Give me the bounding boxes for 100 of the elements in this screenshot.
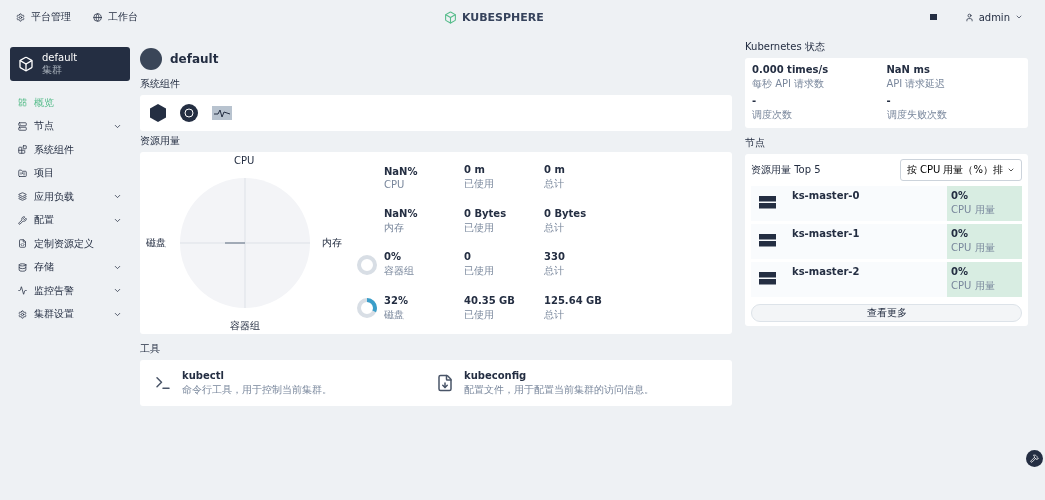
database-icon [18, 262, 27, 272]
used-label: 已使用 [464, 220, 495, 235]
monitoring-icon[interactable] [212, 106, 232, 120]
tool-description: 命令行工具，用于控制当前集群。 [182, 382, 332, 397]
server-icon [759, 196, 776, 209]
sidebar-item[interactable]: 项目 [10, 161, 130, 185]
stat-value: - [886, 95, 892, 106]
activity-icon [18, 286, 27, 296]
usage-cell: 0% CPU 用量 [947, 186, 1022, 221]
section-title: 节点 [745, 136, 766, 150]
tool-description: 配置文件，用于配置当前集群的访问信息。 [464, 382, 654, 397]
sidebar-item[interactable]: 系统组件 [10, 138, 130, 162]
used-label: 已使用 [464, 264, 495, 279]
server-icon [759, 234, 776, 247]
logo-icon [443, 10, 457, 24]
caret-icon [1015, 13, 1023, 21]
total-label: 总计 [544, 177, 565, 192]
usage-label: 磁盘 [384, 307, 405, 322]
user-icon [964, 12, 974, 22]
sidebar-item[interactable]: 定制资源定义 [10, 232, 130, 256]
sidebar-item[interactable]: 节点 [10, 114, 130, 138]
caret-icon [1007, 166, 1015, 174]
server-icon [18, 121, 27, 131]
card-title: 资源用量 Top 5 [751, 163, 821, 177]
page-title: default [170, 52, 219, 66]
axis-label: 内存 [322, 236, 342, 250]
section-title: 系统组件 [140, 77, 181, 91]
wrench-icon [18, 215, 27, 225]
node-row[interactable]: ks-master-1 0% CPU 用量 [751, 224, 1022, 259]
folder-icon [18, 168, 27, 178]
logo-text: KUBESPHERE [461, 10, 544, 24]
sidebar-item[interactable]: 监控告警 [10, 279, 130, 303]
axis-label: 容器组 [230, 319, 260, 333]
section-title: 资源用量 [140, 134, 181, 148]
tool-name[interactable]: kubeconfig [464, 369, 654, 381]
usage-percent: 32% [384, 294, 409, 306]
panel-icon[interactable] [929, 14, 937, 20]
usage-cell: 0% CPU 用量 [947, 224, 1022, 259]
stat-label: 调度失败次数 [886, 108, 948, 122]
usage-ring [356, 253, 378, 276]
stat-value: 0.000 times/s [752, 64, 830, 75]
usage-label: 容器组 [384, 264, 415, 279]
nav-link[interactable]: 工作台 [93, 10, 138, 24]
total-value: 0 m [544, 164, 566, 176]
file-icon [18, 239, 27, 249]
total-label: 总计 [544, 264, 565, 279]
cluster-avatar [140, 48, 162, 70]
section-title: Kubernetes 状态 [745, 40, 826, 54]
stat-label: 调度次数 [752, 108, 793, 122]
total-label: 总计 [544, 307, 565, 322]
used-label: 已使用 [464, 307, 495, 322]
axis-label: CPU [234, 155, 255, 166]
stat-value: - [752, 95, 758, 106]
node-name: ks-master-2 [792, 266, 860, 279]
globe-icon [93, 12, 102, 22]
sidebar-item[interactable]: 存储 [10, 255, 130, 279]
stat-value: NaN ms [886, 64, 931, 75]
server-icon [759, 272, 776, 285]
sidebar-item[interactable]: 配置 [10, 208, 130, 232]
usage-percent: 0% [384, 251, 402, 263]
usage-cell: 0% CPU 用量 [947, 262, 1022, 297]
sidebar-item[interactable]: 应用负载 [10, 185, 130, 209]
node-name: ks-master-0 [792, 190, 860, 203]
node-row[interactable]: ks-master-0 0% CPU 用量 [751, 186, 1022, 221]
hammer-icon [1030, 454, 1039, 463]
node-name: ks-master-1 [792, 228, 860, 241]
stat-label: API 请求延迟 [886, 77, 947, 91]
nav-link[interactable]: 平台管理 [16, 10, 71, 24]
sidebar-item[interactable]: 集群设置 [10, 302, 130, 326]
view-more-button[interactable]: 查看更多 [751, 304, 1022, 322]
tool-name[interactable]: kubectl [182, 369, 332, 381]
total-value: 125.64 GB [544, 294, 603, 306]
settings-icon [16, 12, 25, 22]
cluster-type: 集群 [42, 62, 63, 77]
cube-icon [18, 56, 34, 72]
usage-label: 内存 [384, 220, 405, 235]
settings-icon [18, 309, 27, 319]
blocks-icon [18, 145, 27, 155]
file-download-icon [436, 374, 454, 392]
total-label: 总计 [544, 220, 565, 235]
cluster-name: default [42, 51, 78, 63]
dashboard-icon [18, 98, 27, 108]
terminal-icon [154, 374, 172, 392]
layers-icon [18, 192, 27, 202]
sort-dropdown[interactable]: 按 CPU 用量（%）排 [899, 159, 1022, 181]
usage-label: CPU [384, 178, 406, 190]
axis-label: 磁盘 [146, 236, 166, 250]
usage-percent: NaN% [384, 207, 419, 219]
hammer-button[interactable] [1026, 450, 1043, 467]
section-title: 工具 [140, 342, 161, 356]
user-menu[interactable]: admin [958, 10, 1029, 24]
usage-percent: NaN% [384, 165, 419, 177]
cluster-card[interactable]: default 集群 [10, 47, 130, 81]
stat-label: 每秒 API 请求数 [752, 77, 826, 91]
used-value: 40.35 GB [464, 294, 516, 306]
node-row[interactable]: ks-master-2 0% CPU 用量 [751, 262, 1022, 297]
used-value: 0 m [464, 164, 486, 176]
usage-ring [356, 297, 378, 320]
total-value: 0 Bytes [544, 207, 588, 219]
used-value: 0 Bytes [464, 207, 508, 219]
